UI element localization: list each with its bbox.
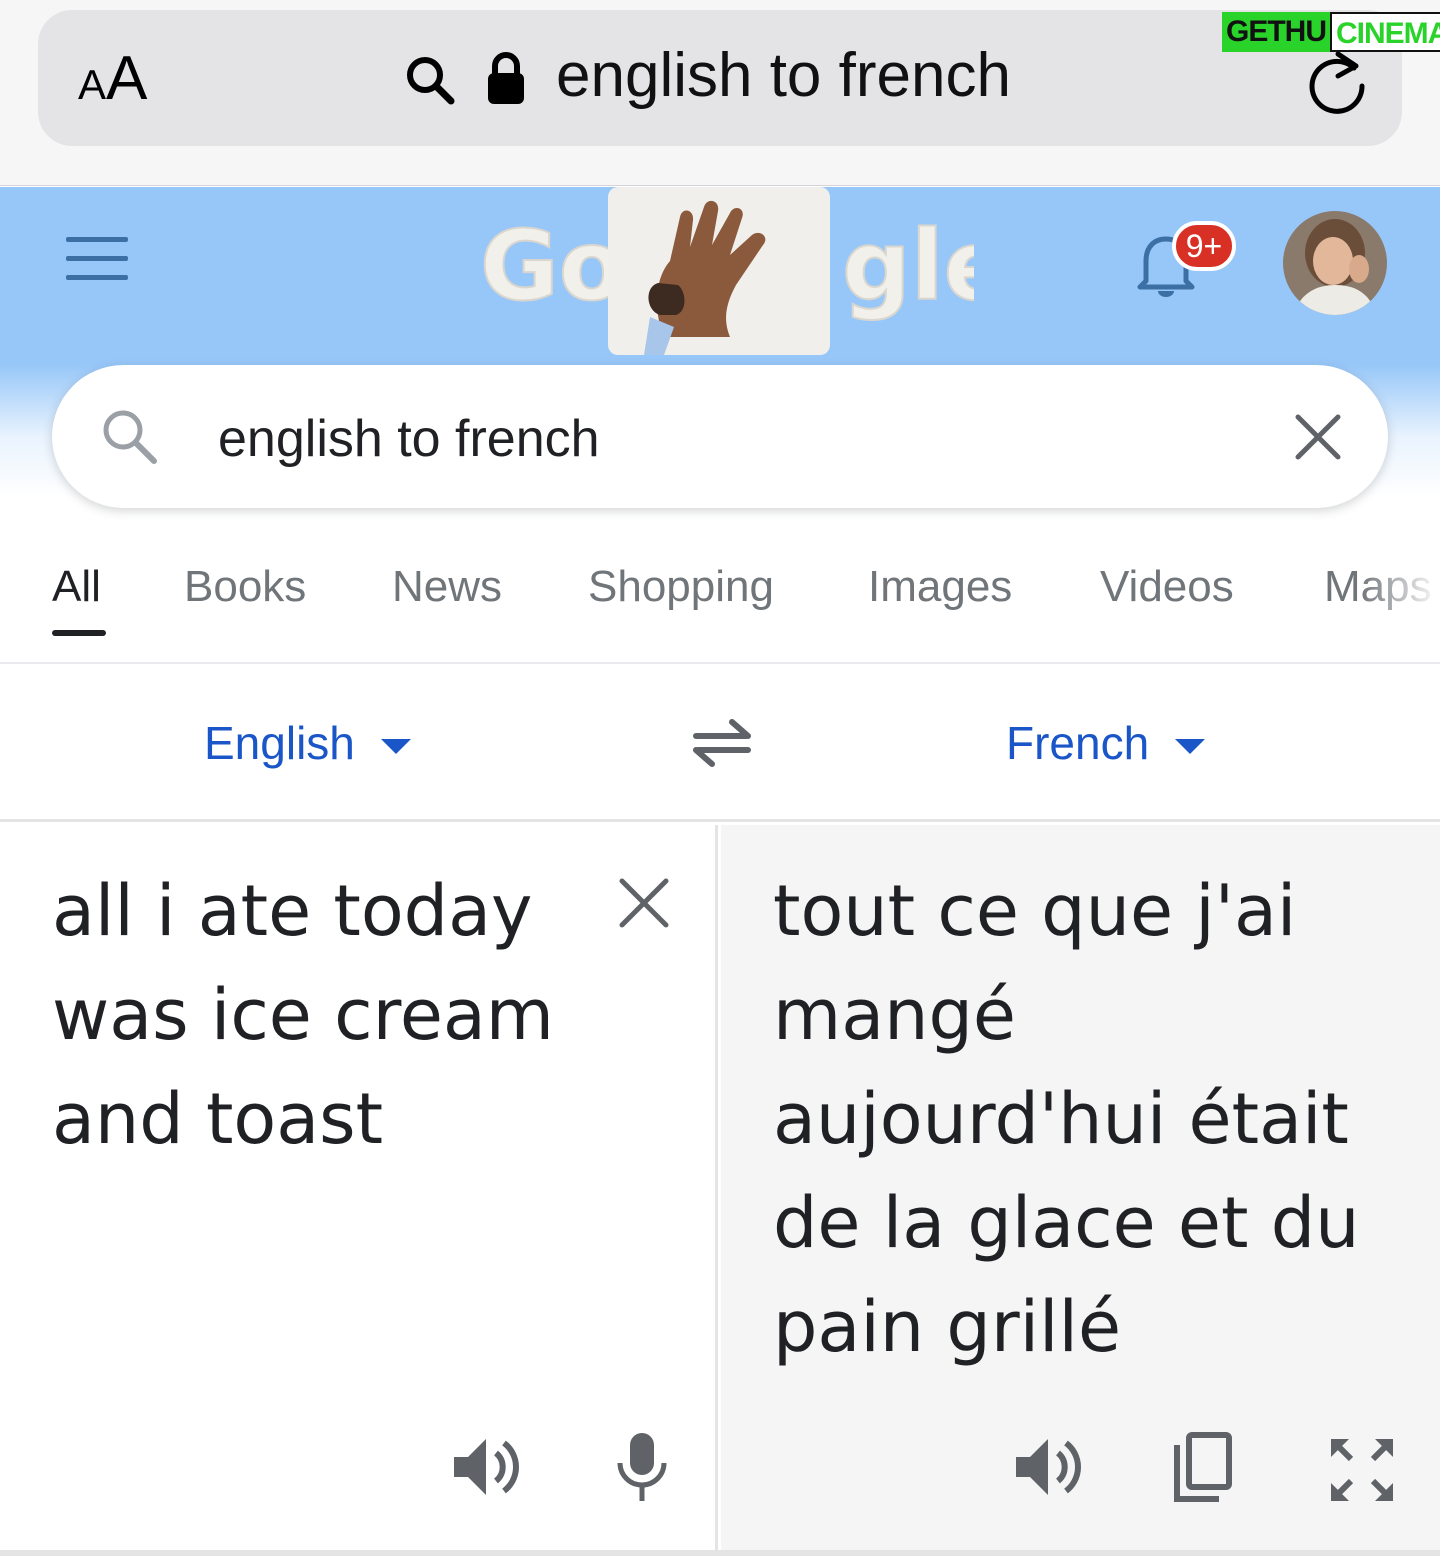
- chevron-down-icon: [380, 739, 411, 755]
- watermark-part-2: CINEMA: [1330, 12, 1440, 52]
- doodle-letters-right: gle: [842, 210, 974, 322]
- text-size-small-glyph: A: [78, 61, 107, 108]
- user-avatar[interactable]: [1283, 211, 1387, 315]
- active-tab-indicator: [52, 630, 106, 636]
- fullscreen-icon[interactable]: [1327, 1435, 1397, 1505]
- doodle-letters-left: Go: [480, 210, 625, 322]
- tab-books[interactable]: Books: [184, 562, 306, 612]
- search-icon[interactable]: [98, 405, 160, 467]
- text-size-big-glyph: A: [106, 44, 148, 113]
- address-bar[interactable]: AA english to french: [38, 10, 1402, 146]
- search-input[interactable]: english to french: [218, 409, 600, 469]
- tab-all[interactable]: All: [52, 562, 101, 612]
- tabs-scroll-fade: [1360, 540, 1440, 660]
- swap-languages-icon[interactable]: [688, 716, 756, 768]
- reload-icon[interactable]: [1302, 46, 1372, 116]
- hamburger-menu-icon[interactable]: [66, 237, 130, 281]
- tab-news[interactable]: News: [392, 562, 502, 612]
- source-text-input[interactable]: all i ate today was ice cream and toast: [52, 859, 612, 1171]
- translation-panel: tout ce que j'ai mangé aujourd'hui était…: [721, 825, 1440, 1550]
- google-doodle-logo[interactable]: Go gle: [474, 187, 974, 359]
- source-language-select[interactable]: English: [204, 716, 411, 770]
- search-icon: [407, 57, 455, 105]
- channel-watermark: GETHU CINEMA: [1222, 6, 1440, 56]
- translated-text: tout ce que j'ai mangé aujourd'hui était…: [773, 870, 1360, 1368]
- source-language-label: English: [204, 717, 355, 769]
- speaker-icon[interactable]: [452, 1435, 522, 1499]
- chevron-down-icon: [1175, 739, 1206, 755]
- tab-shopping[interactable]: Shopping: [588, 562, 774, 612]
- speaker-icon[interactable]: [1014, 1435, 1084, 1499]
- search-tabs: All Books News Shopping Images Videos Ma…: [0, 540, 1440, 664]
- language-selector-row: English French: [0, 666, 1440, 822]
- watermark-part-1: GETHU: [1222, 12, 1330, 52]
- tab-images[interactable]: Images: [868, 562, 1012, 612]
- copy-icon[interactable]: [1169, 1431, 1235, 1505]
- text-size-button[interactable]: AA: [78, 48, 147, 110]
- search-box[interactable]: english to french: [52, 365, 1388, 508]
- tab-videos[interactable]: Videos: [1100, 562, 1234, 612]
- panel-bottom-border: [0, 1550, 1440, 1556]
- lock-icon: [488, 52, 524, 104]
- microphone-icon[interactable]: [614, 1431, 670, 1503]
- target-language-select[interactable]: French: [1006, 716, 1206, 770]
- notification-badge: 9+: [1172, 221, 1236, 271]
- clear-search-icon[interactable]: [1292, 411, 1344, 463]
- address-text[interactable]: english to french: [556, 40, 1011, 111]
- source-text-panel: all i ate today was ice cream and toast: [0, 825, 718, 1550]
- target-language-label: French: [1006, 717, 1150, 769]
- clear-source-icon[interactable]: [618, 877, 670, 929]
